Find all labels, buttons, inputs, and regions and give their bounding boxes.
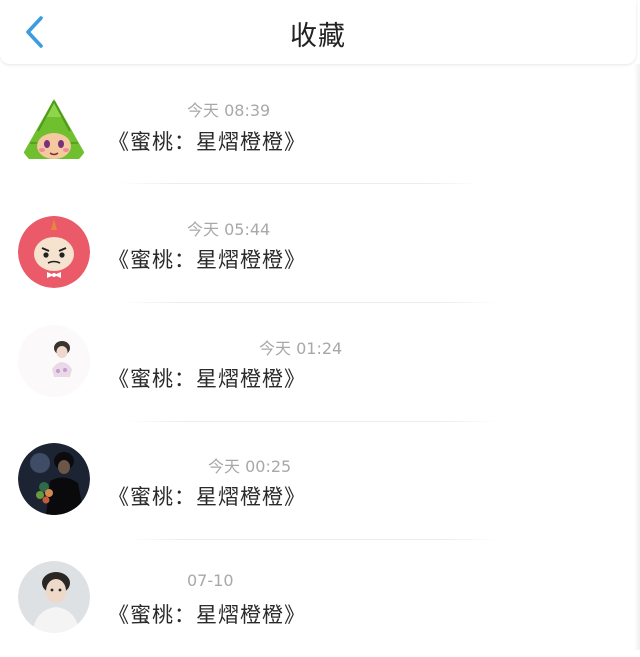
avatar[interactable] — [18, 325, 90, 397]
timestamp: 今天 00:25 — [208, 457, 292, 476]
person-flowers-photo-avatar — [18, 443, 90, 515]
message-text: 《蜜桃：星熠橙橙》 — [108, 367, 306, 391]
message-text: 《蜜桃：星熠橙橙》 — [108, 485, 306, 509]
list-item[interactable]: 今天 08:39 《蜜桃：星熠橙橙》 — [0, 64, 634, 184]
scroll-edge — [634, 64, 640, 650]
timestamp: 今天 05:44 — [187, 220, 271, 239]
zongzi-cartoon-avatar — [18, 97, 90, 169]
page-title: 收藏 — [290, 21, 346, 52]
avatar[interactable] — [18, 216, 90, 288]
avatar[interactable] — [18, 97, 90, 169]
list-item[interactable]: 07-10 《蜜桃：星熠橙橙》 — [0, 539, 634, 657]
avatar[interactable] — [18, 561, 90, 633]
person-photo-avatar — [18, 325, 90, 397]
timestamp: 今天 01:24 — [259, 339, 343, 358]
list-item[interactable]: 今天 01:24 《蜜桃：星熠橙橙》 — [0, 303, 634, 422]
message-text: 《蜜桃：星熠橙橙》 — [108, 130, 306, 154]
list-item[interactable]: 今天 05:44 《蜜桃：星熠橙橙》 — [0, 184, 634, 303]
little-my-cartoon-avatar — [18, 216, 90, 288]
timestamp: 今天 08:39 — [187, 101, 271, 120]
person-portrait-photo-avatar — [18, 561, 90, 633]
avatar[interactable] — [18, 443, 90, 515]
message-text: 《蜜桃：星熠橙橙》 — [108, 248, 306, 272]
timestamp: 07-10 — [187, 571, 234, 590]
message-text: 《蜜桃：星熠橙橙》 — [108, 603, 306, 627]
list-item[interactable]: 今天 00:25 《蜜桃：星熠橙橙》 — [0, 421, 634, 540]
top-navigation-bar: 收藏 — [0, 0, 636, 64]
